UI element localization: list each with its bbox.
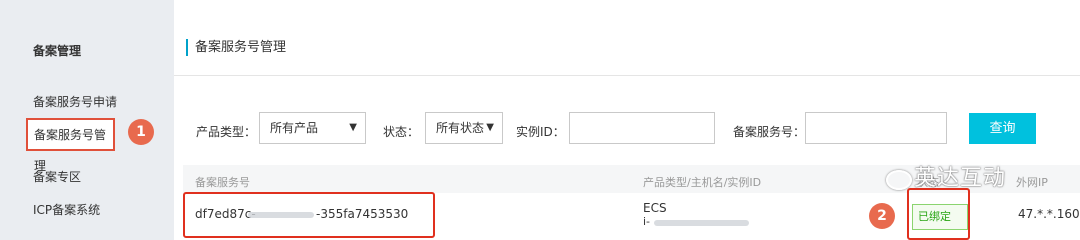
watermark: 英达互动 bbox=[914, 166, 1007, 191]
service-no-label: 备案服务号： bbox=[733, 125, 806, 139]
instance-id-prefix: i- bbox=[643, 215, 651, 228]
chat-bubble-icon bbox=[886, 170, 912, 190]
product-type-select[interactable]: 所有产品 ▼ bbox=[259, 112, 366, 144]
product-type: ECS bbox=[643, 201, 667, 215]
sidebar-item-filing-zone[interactable]: 备案专区 bbox=[33, 168, 81, 185]
instance-id-input[interactable] bbox=[569, 112, 715, 144]
query-button[interactable]: 查询 bbox=[969, 113, 1036, 144]
page-title: 备案服务号管理 bbox=[186, 39, 286, 56]
annotation-badge-2: 2 bbox=[869, 203, 895, 229]
column-header-ip: 外网IP bbox=[1016, 176, 1048, 189]
chevron-down-icon: ▼ bbox=[349, 122, 357, 133]
header-divider bbox=[174, 75, 1080, 76]
status-label: 状态： bbox=[383, 125, 420, 139]
chevron-down-icon: ▼ bbox=[486, 122, 494, 133]
public-ip: 47.*.*.160 bbox=[1018, 207, 1080, 221]
instance-id-label: 实例ID： bbox=[516, 125, 565, 139]
column-header-product: 产品类型/主机名/实例ID bbox=[643, 176, 762, 189]
highlight-box-service-no bbox=[183, 192, 435, 238]
status-select[interactable]: 所有状态 ▼ bbox=[425, 112, 503, 144]
status-value: 所有状态 bbox=[436, 121, 485, 135]
sidebar-item-service-apply[interactable]: 备案服务号申请 bbox=[33, 93, 117, 110]
annotation-badge-1: 1 bbox=[128, 119, 154, 145]
service-no-input[interactable] bbox=[805, 112, 947, 144]
sidebar-item-service-manage[interactable]: 备案服务号管理 bbox=[26, 118, 115, 173]
column-header-service-no: 备案服务号 bbox=[195, 176, 250, 189]
redacted-blur bbox=[654, 220, 749, 226]
sidebar-title: 备案管理 bbox=[33, 44, 82, 58]
highlight-box-status bbox=[907, 188, 970, 240]
sidebar-item-icp-system[interactable]: ICP备案系统 bbox=[33, 201, 100, 218]
product-type-value: 所有产品 bbox=[270, 121, 319, 135]
product-type-label: 产品类型： bbox=[196, 125, 257, 139]
